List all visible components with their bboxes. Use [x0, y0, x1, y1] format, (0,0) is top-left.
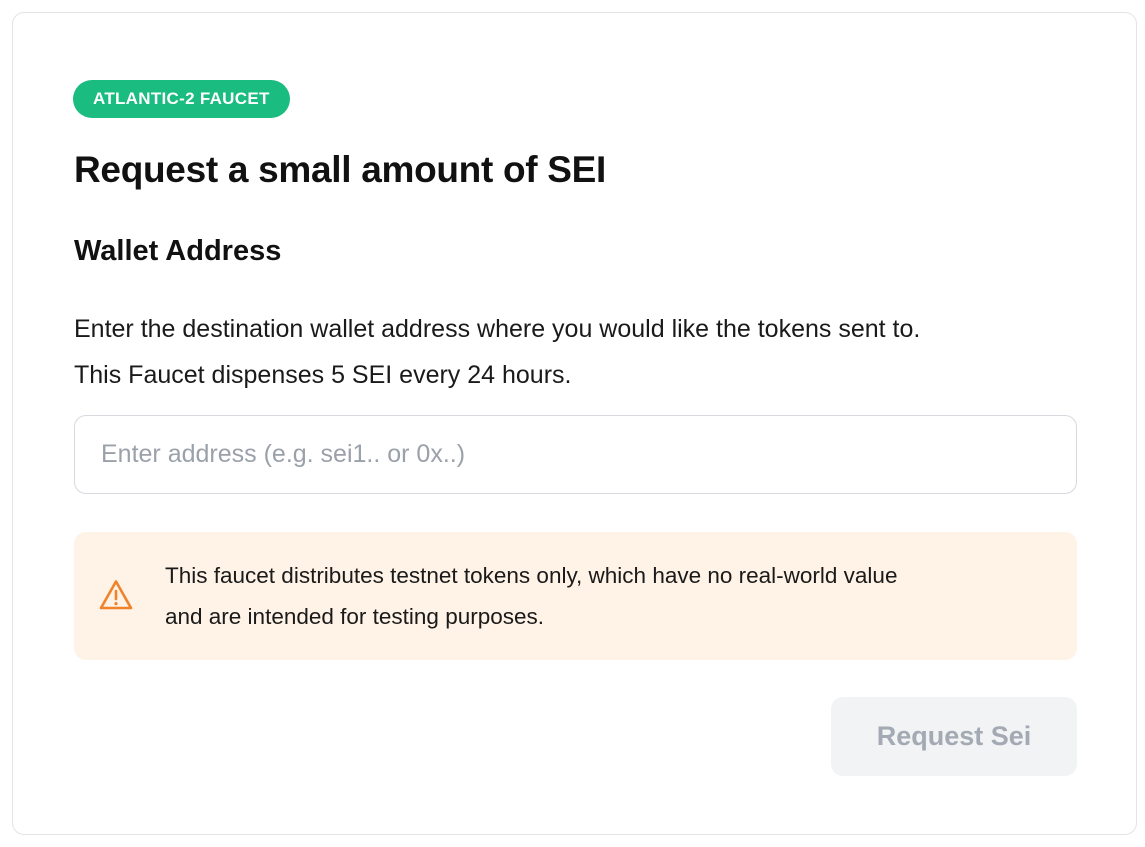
- testnet-warning: This faucet distributes testnet tokens o…: [74, 532, 1077, 660]
- warning-message-line: and are intended for testing purposes.: [165, 604, 545, 629]
- warning-message: This faucet distributes testnet tokens o…: [165, 555, 1045, 637]
- warning-message-line: This faucet distributes testnet tokens o…: [165, 563, 898, 588]
- warning-triangle-icon: [98, 578, 134, 612]
- wallet-description: Enter the destination wallet address whe…: [74, 306, 1084, 398]
- faucet-card: ATLANTIC-2 FAUCET Request a small amount…: [12, 12, 1137, 835]
- network-badge: ATLANTIC-2 FAUCET: [73, 80, 290, 118]
- wallet-description-line: Enter the destination wallet address whe…: [74, 315, 921, 343]
- page-title: Request a small amount of SEI: [74, 149, 607, 190]
- wallet-address-input[interactable]: [74, 415, 1077, 494]
- request-sei-button[interactable]: Request Sei: [831, 697, 1077, 776]
- wallet-address-label: Wallet Address: [74, 235, 282, 267]
- wallet-description-line: This Faucet dispenses 5 SEI every 24 hou…: [74, 361, 572, 389]
